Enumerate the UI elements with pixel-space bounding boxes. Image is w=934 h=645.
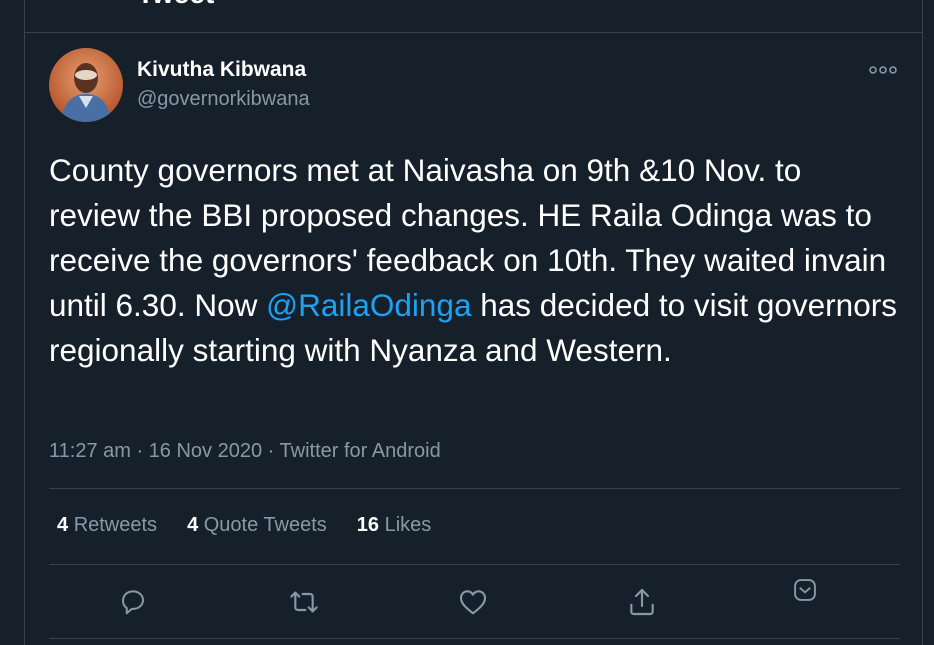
- engagement-stats: 4 Retweets 4 Quote Tweets 16 Likes: [57, 514, 431, 537]
- page-title: Tweet: [137, 0, 214, 8]
- retweets-count: 4: [57, 514, 69, 536]
- mention-link[interactable]: @RailaOdinga: [266, 287, 471, 323]
- share-button[interactable]: [622, 582, 662, 622]
- more-options-icon[interactable]: [865, 60, 901, 80]
- back-arrow-icon[interactable]: [55, 0, 77, 4]
- retweets-label: Retweets: [73, 514, 158, 536]
- more-actions-button[interactable]: [785, 570, 825, 610]
- reply-button[interactable]: [113, 582, 153, 622]
- retweets-stat[interactable]: 4 Retweets: [57, 514, 157, 537]
- likes-count: 16: [356, 514, 380, 536]
- tweet-text: County governors met at Naivasha on 9th …: [49, 148, 899, 373]
- reply-icon: [122, 590, 144, 615]
- share-icon: [630, 588, 654, 616]
- quote-tweets-stat[interactable]: 4 Quote Tweets: [187, 514, 327, 537]
- tweet-metadata: 11:27 am · 16 Nov 2020 · Twitter for And…: [49, 440, 441, 463]
- divider: [49, 564, 900, 565]
- heart-icon: [459, 590, 487, 615]
- chevron-down-icon: [794, 579, 816, 601]
- likes-stat[interactable]: 16 Likes: [357, 514, 432, 537]
- separator: ·: [262, 440, 280, 462]
- tweet-time[interactable]: 11:27 am: [49, 440, 131, 462]
- divider: [49, 488, 900, 489]
- likes-label: Likes: [384, 514, 432, 536]
- quote-tweets-count: 4: [187, 514, 199, 536]
- author-name[interactable]: Kivutha Kibwana: [137, 58, 306, 82]
- separator: ·: [130, 440, 149, 462]
- like-button[interactable]: [453, 582, 493, 622]
- header: Tweet: [25, 0, 922, 33]
- tweet-source[interactable]: Twitter for Android: [280, 440, 441, 462]
- quote-tweets-label: Quote Tweets: [203, 514, 327, 536]
- retweet-icon: [290, 591, 318, 613]
- retweet-button[interactable]: [284, 582, 324, 622]
- author-handle[interactable]: @governorkibwana: [137, 88, 310, 111]
- tweet-column: Tweet Kivutha Kibwana @governorkibwana C…: [24, 0, 923, 645]
- tweet-date[interactable]: 16 Nov 2020: [149, 440, 262, 462]
- avatar[interactable]: [49, 48, 123, 122]
- divider: [49, 638, 900, 639]
